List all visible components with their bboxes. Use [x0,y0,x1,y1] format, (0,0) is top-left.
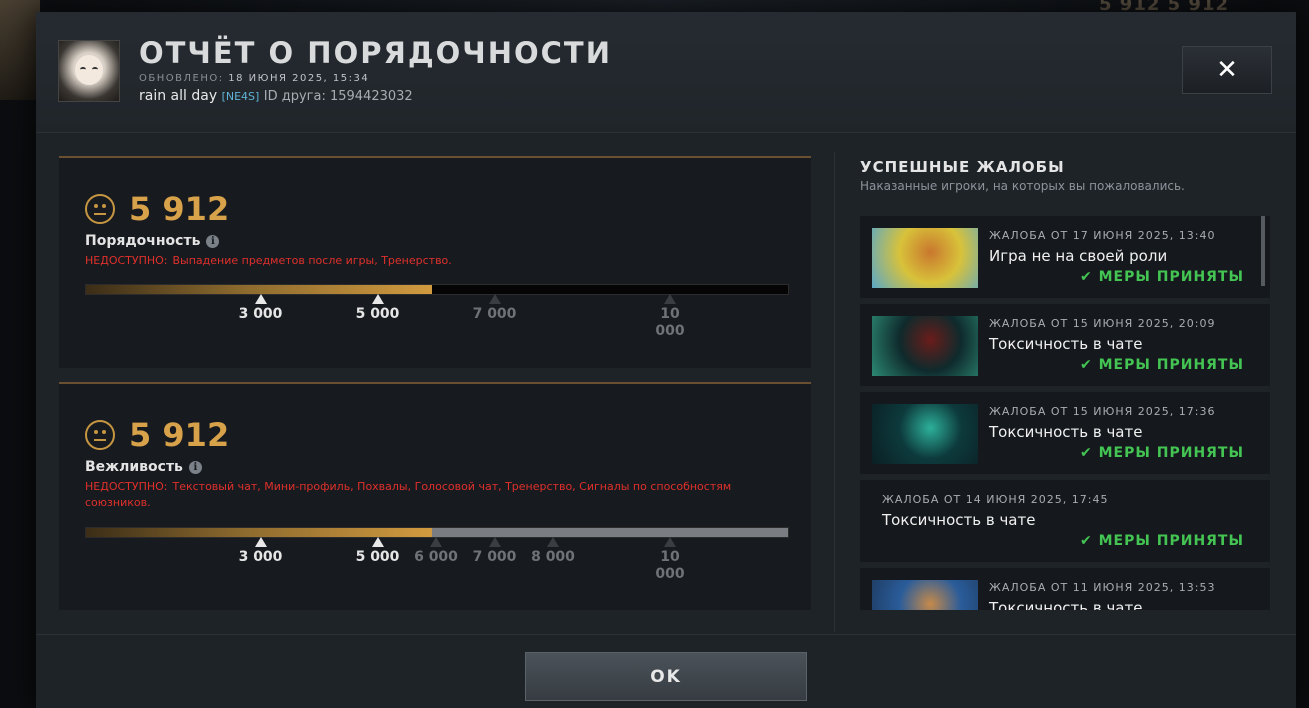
progress-fill [86,285,432,294]
threshold-marker-icon [664,294,676,304]
updated-line: ОБНОВЛЕНО: 18 ИЮНЯ 2025, 15:34 [139,73,369,84]
player-info: rain all day [NE4S] ID друга: 1594423032 [139,88,413,104]
conduct-score-row: 5 912 [85,190,229,228]
threshold-marker-icon [488,537,501,547]
threshold-label: 7 000 [472,306,517,322]
threshold-label: 3 000 [238,549,283,565]
threshold-marker-icon [488,294,501,304]
player-tag: [NE4S] [221,90,260,103]
reports-scrollbar[interactable] [1261,216,1265,286]
report-item[interactable]: ЖАЛОБА ОТ 15 ИЮНЯ 2025, 17:36 Токсичность… [860,392,1270,474]
check-icon: ✔ [1080,445,1099,461]
unavailable-label: НЕДОСТУПНО: [85,254,168,267]
ok-button[interactable]: OK [525,652,807,701]
threshold-marker-icon [547,537,559,547]
conduct-progress-bar [85,284,789,295]
close-icon: ✕ [1216,55,1238,85]
progress-remaining [431,528,788,537]
footer-divider [36,634,1296,635]
threshold-marker-icon [371,294,384,304]
check-icon: ✔ [1080,533,1099,549]
dialog-header: ОТЧЁТ О ПОРЯДОЧНОСТИ ОБНОВЛЕНО: 18 ИЮНЯ … [36,12,1296,133]
report-reason: Токсичность в чате [989,423,1143,441]
background-hero-thumb [0,0,40,100]
hero-portrait-hero-dark [872,316,978,376]
politeness-label-text: Вежливость [85,459,183,475]
conduct-label: Порядочность i [85,233,220,249]
player-avatar [58,40,120,102]
threshold-marker-icon [430,537,442,547]
report-date: ЖАЛОБА ОТ 11 ИЮНЯ 2025, 13:53 [989,581,1216,594]
conduct-label-text: Порядочность [85,233,201,249]
report-status: ✔ МЕРЫ ПРИНЯТЫ [1080,269,1244,285]
check-icon: ✔ [1080,357,1099,373]
report-status-label: МЕРЫ ПРИНЯТЫ [1098,445,1244,461]
report-item[interactable]: ЖАЛОБА ОТ 11 ИЮНЯ 2025, 13:53 Токсичность… [860,568,1270,610]
updated-date: 18 ИЮНЯ 2025, 15:34 [228,73,370,84]
politeness-score-value: 5 912 [129,416,230,454]
neutral-face-icon [85,194,115,224]
progress-remaining [431,285,788,294]
info-icon[interactable]: i [206,234,220,248]
politeness-label: Вежливость i [85,459,202,475]
report-date: ЖАЛОБА ОТ 15 ИЮНЯ 2025, 20:09 [989,317,1216,330]
report-reason: Токсичность в чате [989,335,1143,353]
reports-title: УСПЕШНЫЕ ЖАЛОБЫ [860,158,1065,176]
report-reason: Токсичность в чате [989,599,1143,610]
threshold-label: 3 000 [238,306,283,322]
reports-subtitle: Наказанные игроки, на которых вы пожалов… [860,179,1185,193]
politeness-score-panel: 5 912 Вежливость i НЕДОСТУПНО: Текстовый … [59,382,811,610]
avatar-eye-right [92,67,98,72]
close-button[interactable]: ✕ [1182,46,1272,94]
friend-id: ID друга: 1594423032 [263,89,413,104]
report-status: ✔ МЕРЫ ПРИНЯТЫ [1080,357,1244,373]
politeness-unavailable: НЕДОСТУПНО: Текстовый чат, Мини-профиль, … [85,479,785,511]
panel-divider [834,152,835,632]
threshold-label: 5 000 [355,306,400,322]
updated-label: ОБНОВЛЕНО: [139,73,224,84]
hero-portrait-hero-hoodwink [872,228,978,288]
avatar-face [75,55,103,85]
report-reason: Игра не на своей роли [989,247,1168,265]
threshold-label: 8 000 [531,549,575,565]
conduct-score-panel: 5 912 Порядочность i НЕДОСТУПНО: Выпадени… [59,156,811,368]
info-icon[interactable]: i [188,460,202,474]
report-status-label: МЕРЫ ПРИНЯТЫ [1098,357,1244,373]
threshold-marker-icon [254,294,267,304]
report-date: ЖАЛОБА ОТ 14 ИЮНЯ 2025, 17:45 [882,493,1109,506]
conduct-unavailable: НЕДОСТУПНО: Выпадение предметов после игр… [85,253,785,269]
report-date: ЖАЛОБА ОТ 17 ИЮНЯ 2025, 13:40 [989,229,1216,242]
dialog-title: ОТЧЁТ О ПОРЯДОЧНОСТИ [139,36,612,70]
hero-portrait-hero-blue [872,580,978,610]
unavailable-text: Текстовый чат, Мини-профиль, Похвалы, Го… [85,480,732,509]
reports-list[interactable]: ЖАЛОБА ОТ 17 ИЮНЯ 2025, 13:40 Игра не на … [860,216,1270,610]
conduct-report-dialog: ОТЧЁТ О ПОРЯДОЧНОСТИ ОБНОВЛЕНО: 18 ИЮНЯ … [36,12,1296,708]
unavailable-text: Выпадение предметов после игры, Тренерст… [172,254,452,267]
report-status: ✔ МЕРЫ ПРИНЯТЫ [1080,445,1244,461]
report-date: ЖАЛОБА ОТ 15 ИЮНЯ 2025, 17:36 [989,405,1216,418]
progress-fill [86,528,432,537]
neutral-face-icon [85,420,115,450]
threshold-label: 10 000 [655,549,685,582]
threshold-marker-icon [371,537,384,547]
player-name: rain all day [139,88,218,104]
report-item[interactable]: ЖАЛОБА ОТ 14 ИЮНЯ 2025, 17:45 Токсичность… [860,480,1270,562]
check-icon: ✔ [1080,269,1099,285]
unavailable-label: НЕДОСТУПНО: [85,480,168,493]
threshold-marker-icon [664,537,676,547]
avatar-eye-left [80,67,86,72]
hero-portrait-hero-spirit [872,404,978,464]
report-item[interactable]: ЖАЛОБА ОТ 15 ИЮНЯ 2025, 20:09 Токсичность… [860,304,1270,386]
report-status-label: МЕРЫ ПРИНЯТЫ [1098,533,1244,549]
report-status: ✔ МЕРЫ ПРИНЯТЫ [1080,533,1244,549]
report-item[interactable]: ЖАЛОБА ОТ 17 ИЮНЯ 2025, 13:40 Игра не на … [860,216,1270,298]
threshold-marker-icon [254,537,267,547]
conduct-score-value: 5 912 [129,190,230,228]
threshold-label: 10 000 [655,306,685,339]
report-reason: Токсичность в чате [882,511,1036,529]
politeness-score-row: 5 912 [85,416,229,454]
report-status-label: МЕРЫ ПРИНЯТЫ [1098,269,1244,285]
